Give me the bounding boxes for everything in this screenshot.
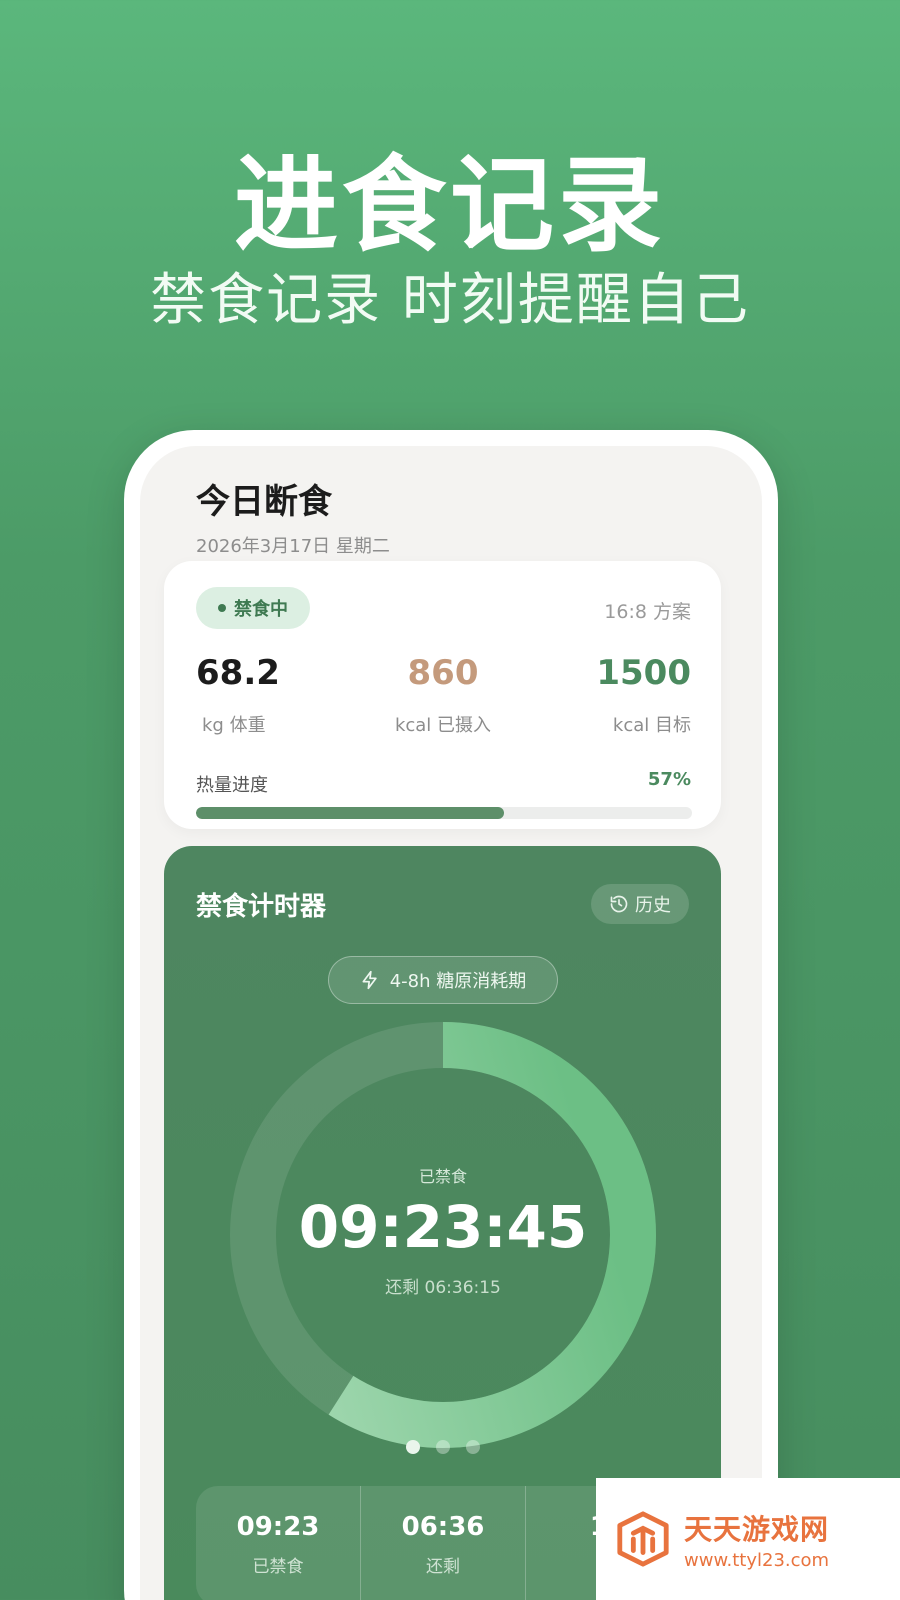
target-value: 1500 xyxy=(596,653,691,693)
timer-title: 禁食计时器 xyxy=(196,892,327,922)
intake-unit: kcal 已摄入 xyxy=(394,715,492,736)
history-icon xyxy=(610,895,628,913)
history-button[interactable]: 历史 xyxy=(591,884,689,924)
watermark-logo-icon xyxy=(617,1511,669,1567)
calorie-progress-fill xyxy=(196,807,504,819)
remaining-time: 还剩 06:36:15 xyxy=(385,1277,501,1298)
calorie-progress-label: 热量进度 xyxy=(196,775,268,796)
watermark-name: 天天游戏网 xyxy=(684,1512,830,1546)
weight-value: 68.2 xyxy=(196,653,280,693)
phone-frame: 今日断食 2026年3月17日 星期二 禁食中 16:8 方案 68.2 kg … xyxy=(124,430,778,1600)
timer-stat-value: 09:23 xyxy=(236,1512,320,1542)
target-stat: 1500 kcal 目标 xyxy=(521,653,691,737)
page-date: 2026年3月17日 星期二 xyxy=(196,536,390,557)
calorie-progress-percent: 57% xyxy=(647,769,691,790)
timer-stat-label: 已禁食 xyxy=(252,1557,304,1577)
target-unit: kcal 目标 xyxy=(612,715,691,736)
watermark: 天天游戏网 www.ttyl23.com xyxy=(596,1478,900,1600)
promo-headline: 进食记录 xyxy=(233,144,666,266)
page-dot[interactable] xyxy=(405,1440,420,1454)
timer-stat-value: 06:36 xyxy=(401,1512,485,1542)
intake-stat: 860 kcal 已摄入 xyxy=(358,653,528,737)
app-screen: 今日断食 2026年3月17日 星期二 禁食中 16:8 方案 68.2 kg … xyxy=(140,446,762,1600)
page-title: 今日断食 xyxy=(196,482,332,522)
fasting-status-badge[interactable]: 禁食中 xyxy=(196,587,310,629)
promo-subline: 禁食记录 时刻提醒自己 xyxy=(150,268,750,333)
page-dot[interactable] xyxy=(465,1440,480,1454)
weight-unit: kg 体重 xyxy=(202,715,266,736)
history-label: 历史 xyxy=(635,895,671,916)
page-indicator[interactable] xyxy=(164,1440,721,1454)
daily-summary-card: 禁食中 16:8 方案 68.2 kg 体重 860 kcal 已摄入 1500… xyxy=(164,561,721,829)
watermark-url: www.ttyl23.com xyxy=(684,1549,830,1571)
timer-readout: 已禁食 09:23:45 还剩 06:36:15 xyxy=(230,1022,656,1448)
weight-stat: 68.2 kg 体重 xyxy=(196,653,366,737)
timer-stat-item: 09:23 已禁食 xyxy=(196,1486,360,1600)
lightning-icon xyxy=(362,970,377,990)
status-label: 禁食中 xyxy=(234,599,288,620)
elapsed-time: 09:23:45 xyxy=(298,1192,588,1261)
timer-stat-item: 06:36 还剩 xyxy=(360,1486,525,1600)
fasting-phase-badge[interactable]: 4-8h 糖原消耗期 xyxy=(328,956,558,1004)
plan-label[interactable]: 16:8 方案 xyxy=(604,597,691,624)
intake-value: 860 xyxy=(407,653,479,693)
timer-stat-label: 还剩 xyxy=(426,1557,460,1577)
calorie-progress-bar xyxy=(196,807,692,819)
elapsed-label: 已禁食 xyxy=(418,1166,467,1186)
status-dot-icon xyxy=(218,604,226,612)
page-dot[interactable] xyxy=(435,1440,450,1454)
phase-label: 4-8h 糖原消耗期 xyxy=(389,971,527,992)
